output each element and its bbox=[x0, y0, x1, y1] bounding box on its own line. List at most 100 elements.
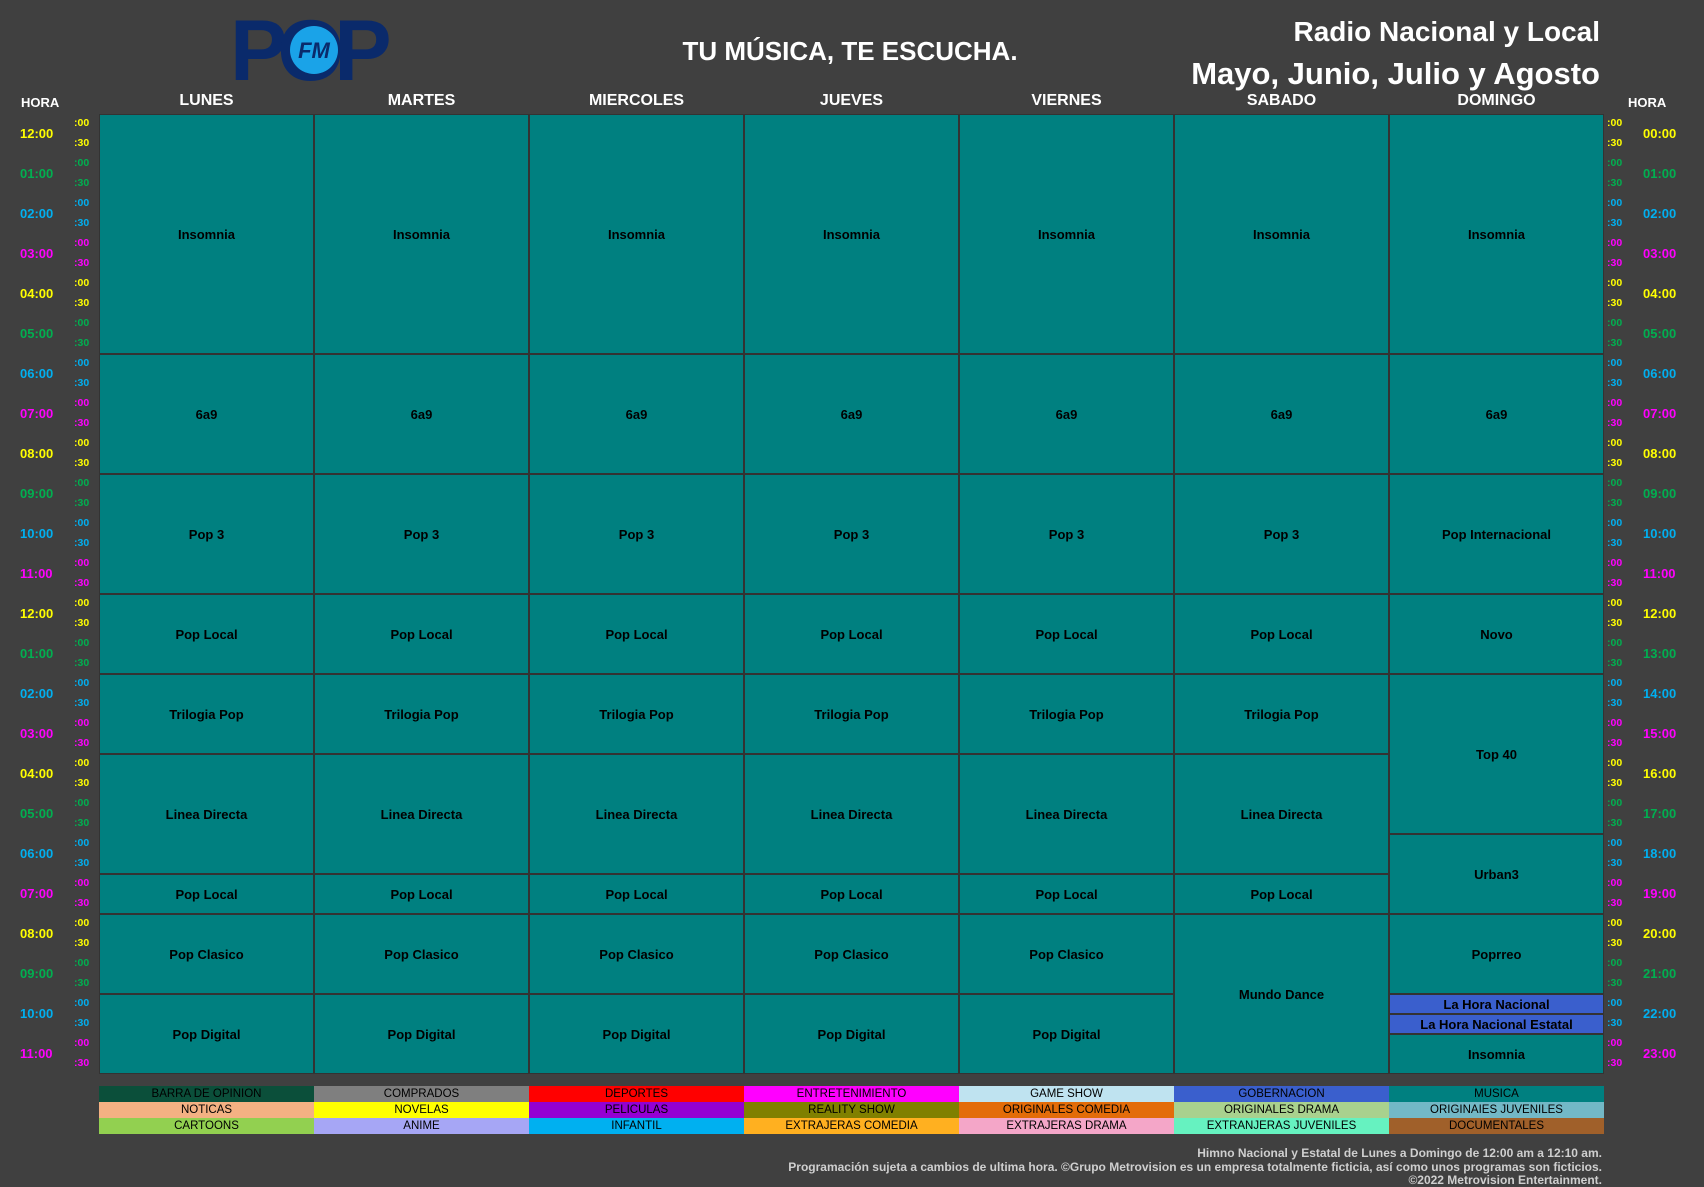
program-cell[interactable]: Insomnia bbox=[1389, 114, 1604, 354]
hour-label-right: 15:00 bbox=[1643, 726, 1677, 741]
program-cell[interactable]: 6a9 bbox=[99, 354, 314, 474]
program-cell[interactable]: Urban3 bbox=[1389, 834, 1604, 914]
program-cell[interactable]: Trilogia Pop bbox=[314, 674, 529, 754]
hour-label-left: 11:00 bbox=[20, 1046, 53, 1061]
program-cell[interactable]: Pop Local bbox=[529, 594, 744, 674]
program-cell[interactable]: Linea Directa bbox=[1174, 754, 1389, 874]
program-cell[interactable]: Pop Local bbox=[959, 594, 1174, 674]
program-cell[interactable]: Pop 3 bbox=[1174, 474, 1389, 594]
program-cell[interactable]: Trilogia Pop bbox=[529, 674, 744, 754]
program-cell[interactable]: La Hora Nacional Estatal bbox=[1389, 1014, 1604, 1034]
minute-label-left: :30 bbox=[74, 297, 90, 309]
program-cell[interactable]: Linea Directa bbox=[744, 754, 959, 874]
program-cell[interactable]: Trilogia Pop bbox=[959, 674, 1174, 754]
hour-label-left: 09:00 bbox=[20, 966, 54, 981]
legend-item: ENTRETENIMIENTO bbox=[744, 1086, 959, 1102]
program-cell[interactable]: Pop Clasico bbox=[314, 914, 529, 994]
hour-label-right: 13:00 bbox=[1643, 646, 1677, 661]
program-cell[interactable]: Pop Local bbox=[959, 874, 1174, 914]
program-cell[interactable]: Insomnia bbox=[1389, 1034, 1604, 1074]
program-cell[interactable]: Trilogia Pop bbox=[1174, 674, 1389, 754]
program-cell[interactable]: Trilogia Pop bbox=[99, 674, 314, 754]
program-cell[interactable]: Pop Local bbox=[529, 874, 744, 914]
program-cell[interactable]: 6a9 bbox=[1389, 354, 1604, 474]
legend-item: EXTRAJERAS COMEDIA bbox=[744, 1118, 959, 1134]
program-cell[interactable]: Pop Local bbox=[99, 874, 314, 914]
program-cell[interactable]: Pop Local bbox=[314, 874, 529, 914]
program-cell[interactable]: Poprreo bbox=[1389, 914, 1604, 994]
program-cell[interactable]: Insomnia bbox=[1174, 114, 1389, 354]
minute-label-right: :00 bbox=[1607, 957, 1623, 969]
program-cell[interactable]: Pop Clasico bbox=[959, 914, 1174, 994]
hour-label-left: 10:00 bbox=[20, 1006, 54, 1021]
minute-label-right: :30 bbox=[1607, 937, 1623, 949]
minute-label-right: :30 bbox=[1607, 417, 1623, 429]
program-cell[interactable]: 6a9 bbox=[959, 354, 1174, 474]
program-cell[interactable]: Pop Local bbox=[744, 874, 959, 914]
program-cell[interactable]: Pop Local bbox=[314, 594, 529, 674]
hora-header-right: HORA bbox=[1628, 95, 1667, 110]
hour-label-right: 21:00 bbox=[1643, 966, 1677, 981]
program-cell[interactable]: Linea Directa bbox=[314, 754, 529, 874]
title-period: Mayo, Junio, Julio y Agosto bbox=[1191, 56, 1600, 91]
program-cell[interactable]: Insomnia bbox=[99, 114, 314, 354]
program-cell[interactable]: Pop Digital bbox=[959, 994, 1174, 1074]
minute-label-right: :30 bbox=[1607, 457, 1623, 469]
program-cell[interactable]: Linea Directa bbox=[959, 754, 1174, 874]
minute-label-left: :30 bbox=[74, 617, 90, 629]
program-cell[interactable]: Pop Local bbox=[1174, 594, 1389, 674]
minute-label-left: :00 bbox=[74, 637, 90, 649]
minute-label-right: :30 bbox=[1607, 377, 1623, 389]
legend-item: ANIME bbox=[314, 1118, 529, 1134]
program-cell[interactable]: Mundo Dance bbox=[1174, 914, 1389, 1074]
program-cell[interactable]: La Hora Nacional bbox=[1389, 994, 1604, 1014]
legend-item: DOCUMENTALES bbox=[1389, 1118, 1604, 1134]
program-cell[interactable]: Pop Digital bbox=[529, 994, 744, 1074]
hour-label-left: 03:00 bbox=[20, 726, 54, 741]
minute-label-left: :30 bbox=[74, 897, 90, 909]
program-cell[interactable]: Pop Internacional bbox=[1389, 474, 1604, 594]
hour-label-right: 19:00 bbox=[1643, 886, 1677, 901]
logo-fm-text: FM bbox=[298, 38, 330, 63]
program-cell[interactable]: Pop 3 bbox=[99, 474, 314, 594]
program-cell[interactable]: Pop Digital bbox=[744, 994, 959, 1074]
program-cell[interactable]: Linea Directa bbox=[529, 754, 744, 874]
program-cell[interactable]: Pop 3 bbox=[314, 474, 529, 594]
minute-label-right: :00 bbox=[1607, 477, 1623, 489]
minute-label-left: :00 bbox=[74, 197, 90, 209]
program-cell[interactable]: Pop Local bbox=[99, 594, 314, 674]
program-cell[interactable]: Insomnia bbox=[314, 114, 529, 354]
program-cell[interactable]: Pop Clasico bbox=[744, 914, 959, 994]
program-cell[interactable]: Top 40 bbox=[1389, 674, 1604, 834]
program-cell[interactable]: Insomnia bbox=[529, 114, 744, 354]
minute-label-left: :30 bbox=[74, 377, 90, 389]
program-cell[interactable]: Pop Clasico bbox=[529, 914, 744, 994]
program-cell[interactable]: Linea Directa bbox=[99, 754, 314, 874]
minute-label-left: :30 bbox=[74, 537, 90, 549]
legend-item: EXTRAJERAS DRAMA bbox=[959, 1118, 1174, 1134]
program-cell[interactable]: Pop 3 bbox=[744, 474, 959, 594]
program-cell[interactable]: 6a9 bbox=[529, 354, 744, 474]
program-cell[interactable]: 6a9 bbox=[744, 354, 959, 474]
minute-label-right: :00 bbox=[1607, 197, 1623, 209]
program-cell[interactable]: Insomnia bbox=[744, 114, 959, 354]
program-cell[interactable]: Pop Digital bbox=[99, 994, 314, 1074]
minute-label-right: :00 bbox=[1607, 757, 1623, 769]
program-cell[interactable]: Pop 3 bbox=[529, 474, 744, 594]
program-cell[interactable]: 6a9 bbox=[1174, 354, 1389, 474]
program-cell[interactable]: Insomnia bbox=[959, 114, 1174, 354]
program-cell[interactable]: Pop 3 bbox=[959, 474, 1174, 594]
minute-label-right: :30 bbox=[1607, 297, 1623, 309]
legend-item: NOVELAS bbox=[314, 1102, 529, 1118]
program-cell[interactable]: 6a9 bbox=[314, 354, 529, 474]
hour-label-right: 17:00 bbox=[1643, 806, 1677, 821]
program-cell[interactable]: Novo bbox=[1389, 594, 1604, 674]
program-cell[interactable]: Trilogia Pop bbox=[744, 674, 959, 754]
minute-label-right: :30 bbox=[1607, 497, 1623, 509]
program-cell[interactable]: Pop Digital bbox=[314, 994, 529, 1074]
program-cell[interactable]: Pop Clasico bbox=[99, 914, 314, 994]
hour-label-left: 08:00 bbox=[20, 446, 54, 461]
program-cell[interactable]: Pop Local bbox=[744, 594, 959, 674]
legend-item: DEPORTES bbox=[529, 1086, 744, 1102]
program-cell[interactable]: Pop Local bbox=[1174, 874, 1389, 914]
